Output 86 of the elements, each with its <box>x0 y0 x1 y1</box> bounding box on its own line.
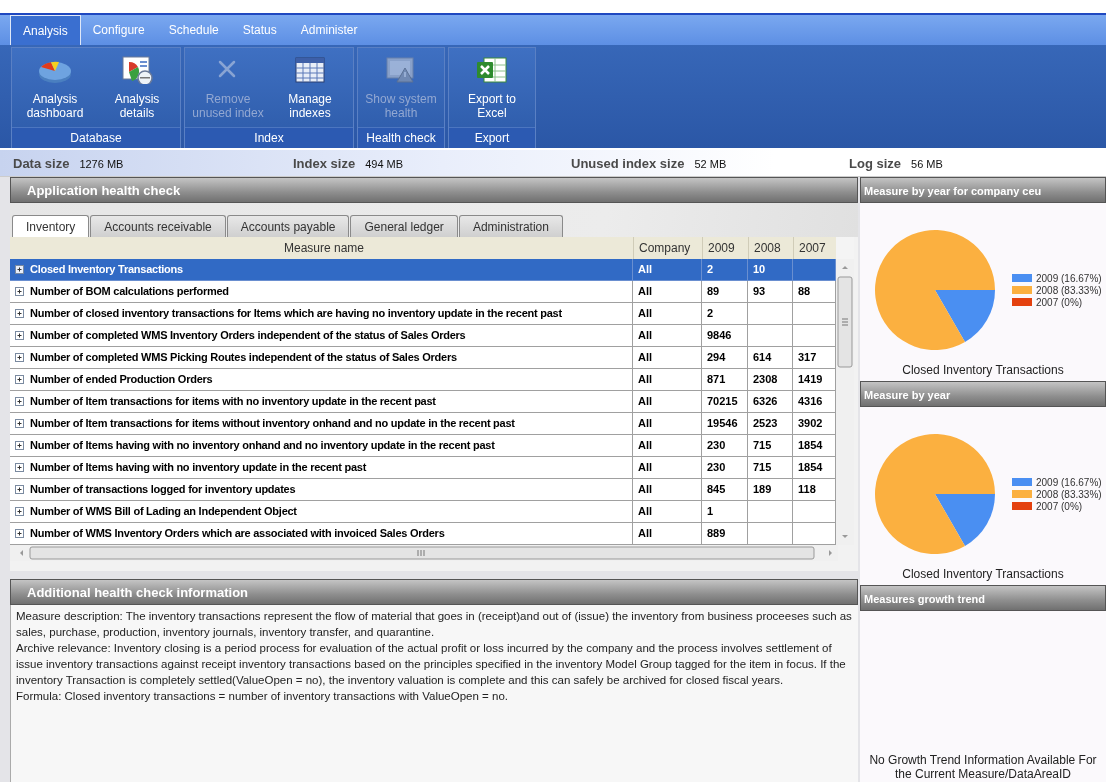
table-row[interactable]: Number of BOM calculations performed All 89 93 88 <box>10 281 836 303</box>
table-row[interactable]: Number of WMS Inventory Orders which are associated with invoiced Sales Orders All 889 <box>10 523 836 545</box>
chart-title: Closed Inventory Transactions <box>901 567 1065 581</box>
group-label: Export <box>449 127 535 148</box>
section-tab[interactable]: Accounts payable <box>226 215 350 237</box>
section-tab[interactable]: Accounts receivable <box>90 215 226 237</box>
measure-name: Number of WMS Bill of Lading an Independent Object <box>30 504 297 519</box>
table-row[interactable]: Number of transactions logged for inventory updates All 845 189 118 <box>10 479 836 501</box>
measure-name: Number of transactions logged for inventory updates <box>30 482 296 497</box>
expand-icon[interactable] <box>15 375 24 384</box>
stat-value: 494 MB <box>365 157 404 170</box>
stat-label: Log size <box>849 155 901 171</box>
measure-name: Number of closed inventory transactions for Items which are having no inventory update in the recent past <box>30 306 562 321</box>
column-header[interactable]: Company <box>633 237 702 259</box>
legend-label: 2007 (0%) <box>1036 296 1083 308</box>
stat-label: Index size <box>293 155 356 171</box>
empty-message: No Growth Trend Information Available For the Current Measure/DataAreaID <box>868 753 1098 782</box>
expand-icon[interactable] <box>15 309 24 318</box>
stat-label: Unused index size <box>571 155 685 171</box>
table-row[interactable]: Number of completed WMS Picking Routes independent of the status of Sales Orders All 294 614 317 <box>10 347 836 369</box>
table-row[interactable]: Closed Inventory Transactions All 2 10 <box>10 259 836 281</box>
report-icon <box>119 54 155 84</box>
ribbon-button[interactable]: Analysis dashboard <box>16 48 94 127</box>
stat-value: 52 MB <box>694 157 727 170</box>
expand-icon[interactable] <box>15 353 24 362</box>
section-tab[interactable]: Inventory <box>12 215 90 237</box>
measure-name: Number of completed WMS Picking Routes independent of the status of Sales Orders <box>30 350 457 365</box>
expand-icon[interactable] <box>15 419 24 428</box>
description-text: Measure description: The inventory transactions represent the flow of material that goes in (receipt)and out of (issue) the inventory from business proceeses such as sales, purchase, production, inventory journals, inventory transfer, and quarantine. <box>16 609 853 640</box>
measure-name: Number of Items having with no inventory update in the recent past <box>30 460 367 475</box>
description-text: Formula: Closed inventory transactions = number of inventory transactions with ValueOpen = no. <box>16 689 509 704</box>
legend-label: 2008 (83.33%) <box>1036 488 1102 500</box>
expand-icon[interactable] <box>15 529 24 538</box>
description-text: Archive relevance: Inventory closing is a period process for evaluation of the actual profit or loss incurred by the company and the process involves settlement of issue inventory transactions against receipt inventory transactions based on the principles specified in the inventory Model Group tagged for the item in focus. If the inventory Transaction is completely settled(ValueOpen = no), the inventory valuation is complete and this can safely be archived for closed fiscal years. <box>16 641 847 688</box>
legend-label: 2008 (83.33%) <box>1036 284 1102 296</box>
table-row[interactable]: Number of completed WMS Inventory Orders independent of the status of Sales Orders All 9846 <box>10 325 836 347</box>
expand-icon[interactable] <box>15 507 24 516</box>
section-tab[interactable]: General ledger <box>350 215 458 237</box>
legend-label: 2009 (16.67%) <box>1036 272 1102 284</box>
expand-icon[interactable] <box>15 265 24 274</box>
stat-value: 1276 MB <box>79 157 124 170</box>
panel-header: Measure by year <box>860 381 1106 407</box>
chart-title: Closed Inventory Transactions <box>901 363 1065 377</box>
table-row[interactable]: Number of Item transactions for items without inventory onhand and no update in the recent past All 19546 2523 3902 <box>10 413 836 435</box>
table-icon <box>292 54 328 84</box>
ribbon-button[interactable]: Analysis details <box>98 48 176 127</box>
measure-name: Number of Item transactions for items without inventory onhand and no update in the recent past <box>30 416 515 431</box>
expand-icon[interactable] <box>15 463 24 472</box>
table-row[interactable]: Number of Items having with no inventory onhand and no inventory update in the recent past All 230 715 1854 <box>10 435 836 457</box>
measure-name: Number of Item transactions for items with no inventory update in the recent past <box>30 394 436 409</box>
measure-name: Closed Inventory Transactions <box>30 262 183 277</box>
table-row[interactable]: Number of Items having with no inventory update in the recent past All 230 715 1854 <box>10 457 836 479</box>
panel-header: Application health check <box>10 177 858 203</box>
expand-icon[interactable] <box>15 287 24 296</box>
table-row[interactable]: Number of Item transactions for items with no inventory update in the recent past All 70215 6326 4316 <box>10 391 836 413</box>
table-row[interactable]: Number of closed inventory transactions for Items which are having no inventory update in the recent past All 2 <box>10 303 836 325</box>
panel-header: Measure by year for company ceu <box>860 177 1106 203</box>
group-label: Database <box>12 127 180 148</box>
expand-icon[interactable] <box>15 331 24 340</box>
ribbon-button[interactable]: Export to Excel <box>453 48 531 127</box>
menu-tab[interactable]: Analysis <box>10 15 81 45</box>
group-label: Health check <box>358 127 444 148</box>
measure-name: Number of ended Production Orders <box>30 372 213 387</box>
group-label: Index <box>185 127 353 148</box>
stat-label: Data size <box>13 155 70 171</box>
legend-label: 2007 (0%) <box>1036 500 1083 512</box>
column-header[interactable]: 2009 <box>702 237 748 259</box>
measure-name: Number of WMS Inventory Orders which are associated with invoiced Sales Orders <box>30 526 445 541</box>
stat-value: 56 MB <box>911 157 943 170</box>
measure-name: Number of BOM calculations performed <box>30 284 229 299</box>
measure-name: Number of completed WMS Inventory Orders independent of the status of Sales Orders <box>30 328 466 343</box>
expand-icon[interactable] <box>15 441 24 450</box>
table-row[interactable]: Number of ended Production Orders All 871 2308 1419 <box>10 369 836 391</box>
column-header[interactable]: 2007 <box>793 237 836 259</box>
column-header[interactable]: Measure name <box>10 237 633 259</box>
expand-icon[interactable] <box>15 485 24 494</box>
panel-header: Measures growth trend <box>860 585 1106 611</box>
panel-header: Additional health check information <box>10 579 858 605</box>
legend-label: 2009 (16.67%) <box>1036 476 1102 488</box>
measure-name: Number of Items having with no inventory onhand and no inventory update in the recent past <box>30 438 495 453</box>
column-header[interactable]: 2008 <box>748 237 793 259</box>
spreadsheet-icon <box>474 54 510 84</box>
table-row[interactable]: Number of WMS Bill of Lading an Independent Object All 1 <box>10 501 836 523</box>
expand-icon[interactable] <box>15 397 24 406</box>
section-tab[interactable]: Administration <box>458 215 563 237</box>
ribbon-button[interactable]: Manage indexes <box>271 48 349 127</box>
